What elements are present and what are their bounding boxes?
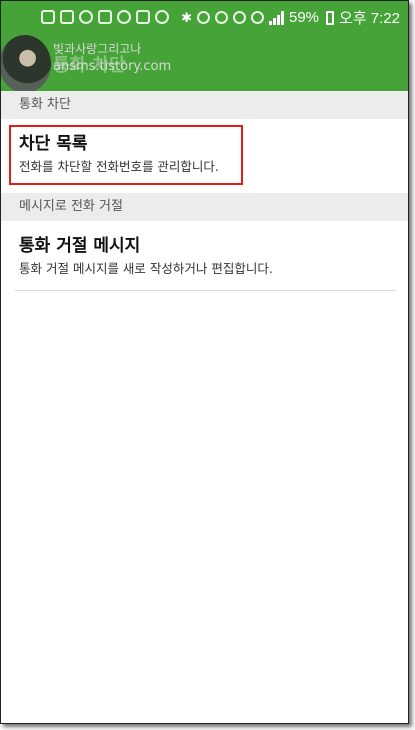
section-header-reject-message: 메시지로 전화 거절 [1,193,408,221]
notification-icon [60,10,74,24]
signal-icon [269,10,284,25]
battery-icon [326,10,335,25]
avatar [1,35,51,93]
status-bar: ✱ 59% 오후 7:22 [1,1,408,33]
watermark: 빛과사랑그리고나 ansms.tistory.com [53,41,171,75]
reject-messages-item[interactable]: 통화 거절 메시지 통화 거절 메시지를 새로 작성하거나 편집합니다. [1,235,408,289]
mute-icon [197,11,210,24]
reject-messages-summary: 통화 거절 메시지를 새로 작성하거나 편집합니다. [19,261,273,276]
notification-icon [117,10,131,24]
alarm-icon [215,11,228,24]
wifi-icon [251,11,264,24]
watermark-line1: 빛과사랑그리고나 [53,42,142,56]
notification-icons [41,8,169,26]
status-time: 오후 7:22 [339,10,400,27]
app-bar: 통화 차단 빛과사랑그리고나 ansms.tistory.com [1,33,408,93]
divider [15,290,396,291]
screen-frame: ✱ 59% 오후 7:22 통화 차단 빛과사랑그리고나 ansms.tisto… [0,0,409,724]
highlight-box [9,125,243,185]
watermark-line2: ansms.tistory.com [53,59,172,74]
reject-messages-title: 통화 거절 메시지 [19,236,141,256]
notification-icon [79,10,93,24]
battery-percent: 59% [289,9,320,26]
bluetooth-icon: ✱ [181,9,192,25]
section-header-call-block: 통화 차단 [1,91,408,119]
hd-icon [233,11,246,24]
notification-icon [98,10,112,24]
notification-icon [155,10,169,24]
notification-icon [41,10,55,24]
notification-icon [136,10,150,24]
status-right: ✱ 59% 오후 7:22 [181,7,400,28]
